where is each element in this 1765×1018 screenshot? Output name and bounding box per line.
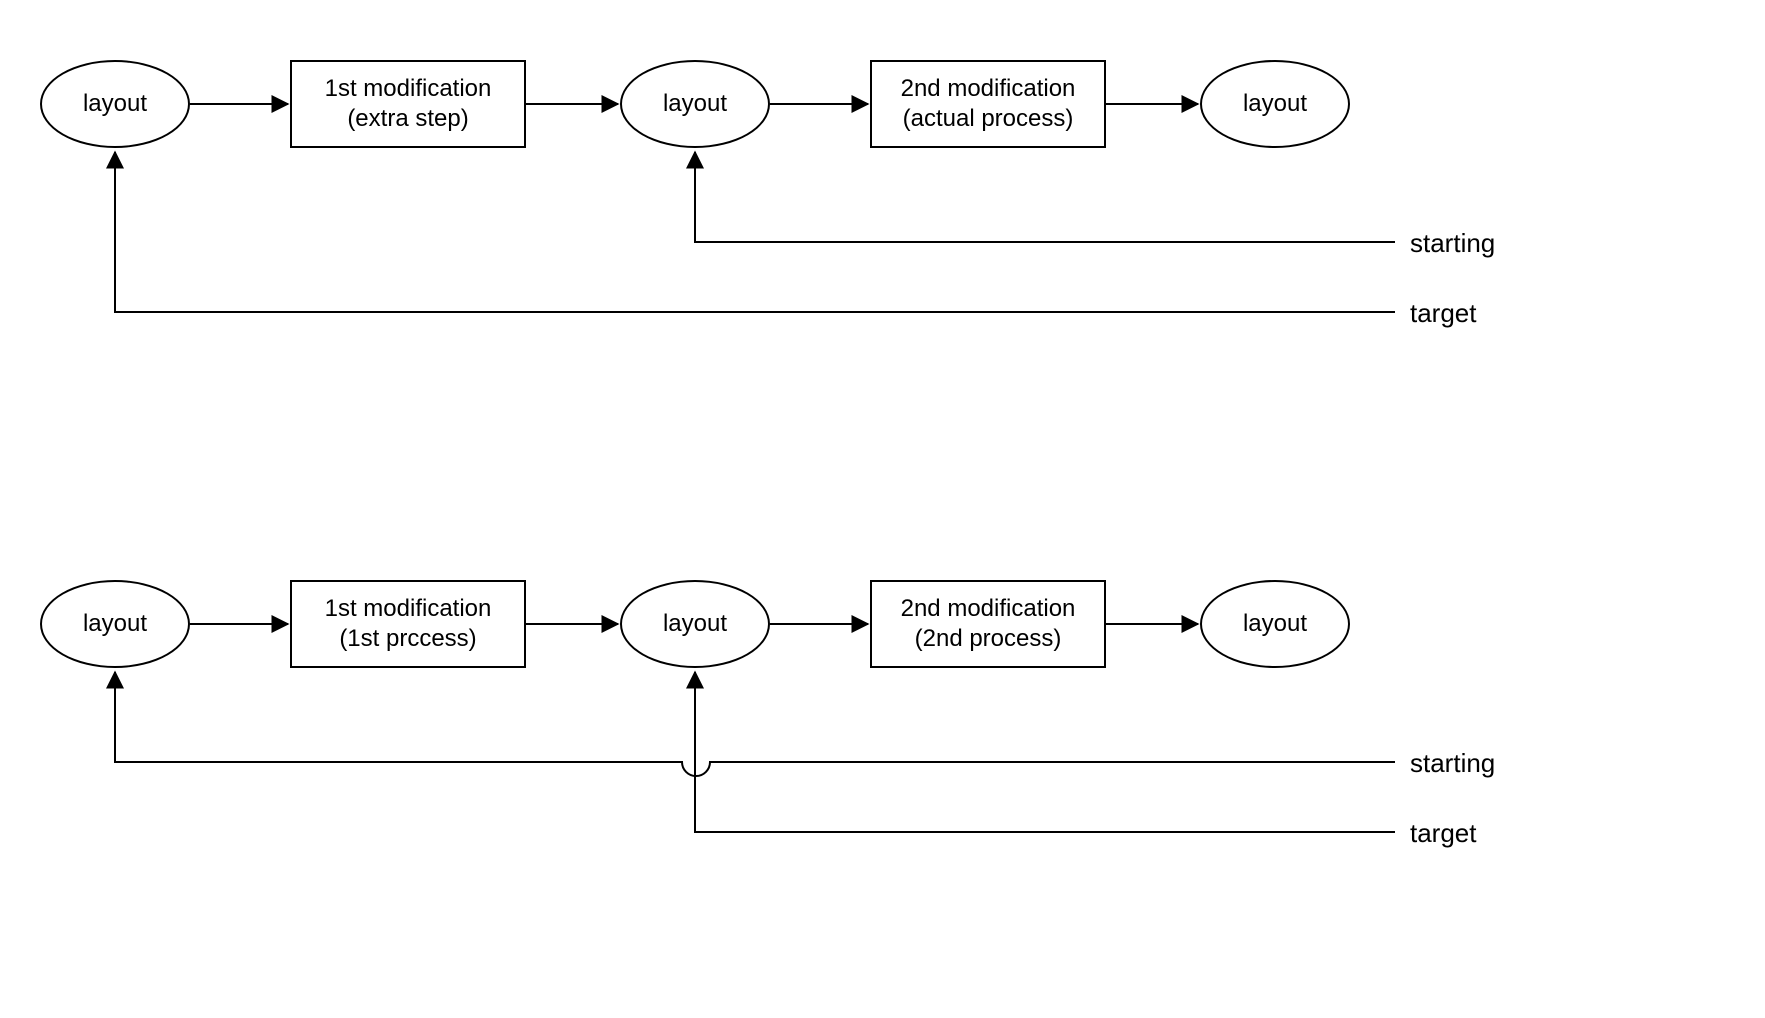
- flow2-target-line: [695, 672, 1395, 832]
- flow1-starting-line: [695, 152, 1395, 242]
- flow1-box2-line2: (actual process): [903, 105, 1074, 132]
- flow1-box1-text: 1st modification (extra step): [325, 74, 492, 134]
- flow1-layout-1-label: layout: [83, 89, 147, 119]
- flow1-modification-box-2: 2nd modification (actual process): [870, 60, 1106, 148]
- diagram-canvas: layout 1st modification (extra step) lay…: [0, 0, 1765, 1018]
- flow2-layout-ellipse-1: layout: [40, 580, 190, 668]
- flow1-target-line: [115, 152, 1395, 312]
- flow2-modification-box-2: 2nd modification (2nd process): [870, 580, 1106, 668]
- flow1-layout-3-label: layout: [1243, 89, 1307, 119]
- flow2-starting-line: [115, 672, 1395, 776]
- flow1-layout-ellipse-1: layout: [40, 60, 190, 148]
- flow2-box1-line1: 1st modification: [325, 595, 492, 622]
- flow2-layout-3-label: layout: [1243, 609, 1307, 639]
- flow2-modification-box-1: 1st modification (1st prccess): [290, 580, 526, 668]
- flow2-starting-label: starting: [1410, 748, 1495, 779]
- flow1-box1-line2: (extra step): [347, 105, 468, 132]
- flow2-box1-text: 1st modification (1st prccess): [325, 594, 492, 654]
- flow2-layout-1-label: layout: [83, 609, 147, 639]
- flow1-box2-text: 2nd modification (actual process): [901, 74, 1076, 134]
- flow2-layout-2-label: layout: [663, 609, 727, 639]
- flow1-box1-line1: 1st modification: [325, 75, 492, 102]
- flow2-layout-ellipse-3: layout: [1200, 580, 1350, 668]
- flow2-box2-line1: 2nd modification: [901, 595, 1076, 622]
- flow2-box1-line2: (1st prccess): [339, 625, 476, 652]
- flow1-layout-2-label: layout: [663, 89, 727, 119]
- connectors-svg: [0, 0, 1765, 1018]
- flow1-modification-box-1: 1st modification (extra step): [290, 60, 526, 148]
- flow2-box2-text: 2nd modification (2nd process): [901, 594, 1076, 654]
- flow2-target-label: target: [1410, 818, 1477, 849]
- flow1-starting-label: starting: [1410, 228, 1495, 259]
- flow1-layout-ellipse-3: layout: [1200, 60, 1350, 148]
- flow1-layout-ellipse-2: layout: [620, 60, 770, 148]
- flow1-box2-line1: 2nd modification: [901, 75, 1076, 102]
- flow2-box2-line2: (2nd process): [915, 625, 1062, 652]
- flow2-layout-ellipse-2: layout: [620, 580, 770, 668]
- flow1-target-label: target: [1410, 298, 1477, 329]
